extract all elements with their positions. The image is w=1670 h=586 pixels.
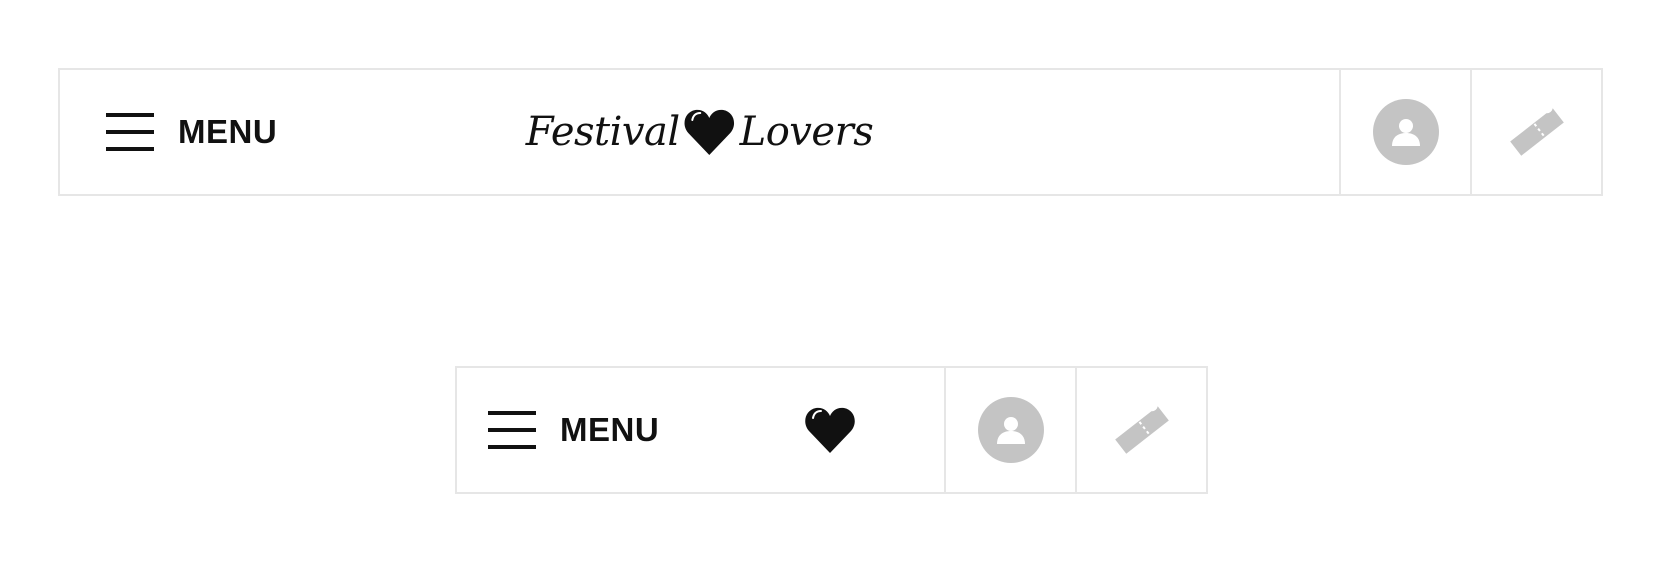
- ticket-icon: [1509, 108, 1564, 156]
- user-avatar-icon: [1372, 99, 1439, 165]
- header-main-area: MENU: [457, 368, 944, 492]
- tickets-button[interactable]: [1470, 70, 1601, 194]
- menu-label: MENU: [560, 411, 660, 448]
- site-header-compact: MENU: [455, 366, 1208, 494]
- user-avatar-icon: [977, 397, 1044, 463]
- ticket-icon: [1114, 406, 1169, 454]
- logo-word-lovers: Lovers: [739, 109, 874, 155]
- site-header-wide: MENU Festival Lovers: [58, 68, 1603, 196]
- logo-word-festival: Festival: [525, 109, 680, 155]
- tickets-button[interactable]: [1075, 368, 1206, 492]
- account-button[interactable]: [944, 368, 1075, 492]
- menu-label: MENU: [178, 113, 278, 150]
- account-button[interactable]: [1339, 70, 1470, 194]
- heart-icon[interactable]: [804, 405, 856, 455]
- hamburger-icon: [106, 113, 154, 151]
- header-main-area: MENU Festival Lovers: [60, 70, 1339, 194]
- festival-lovers-logo[interactable]: Festival Lovers: [525, 107, 874, 157]
- menu-button[interactable]: MENU: [60, 70, 277, 194]
- hamburger-icon: [488, 411, 536, 449]
- menu-button[interactable]: MENU: [457, 368, 659, 492]
- heart-icon: [684, 109, 735, 155]
